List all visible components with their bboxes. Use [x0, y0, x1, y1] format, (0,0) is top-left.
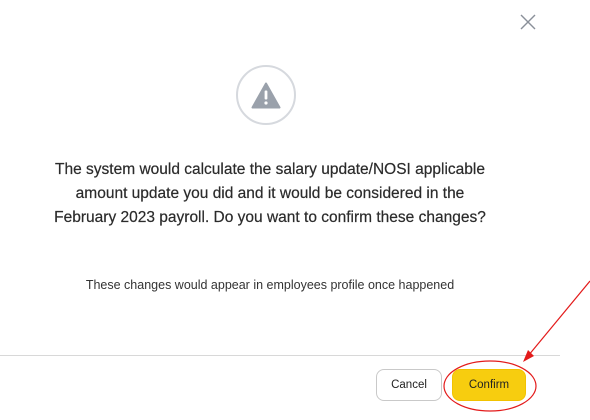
- cancel-button[interactable]: Cancel: [376, 369, 442, 401]
- footer-divider: [0, 355, 560, 356]
- dialog-sub-message: These changes would appear in employees …: [85, 278, 455, 292]
- confirm-button[interactable]: Confirm: [452, 369, 526, 401]
- dialog-message: The system would calculate the salary up…: [54, 161, 486, 226]
- confirmation-dialog: The system would calculate the salary up…: [0, 0, 590, 420]
- annotation-arrow-line: [527, 280, 590, 357]
- close-icon[interactable]: [518, 12, 538, 32]
- warning-badge: [236, 65, 296, 125]
- warning-triangle-icon: [251, 82, 281, 109]
- annotation-arrow-head: [523, 350, 534, 362]
